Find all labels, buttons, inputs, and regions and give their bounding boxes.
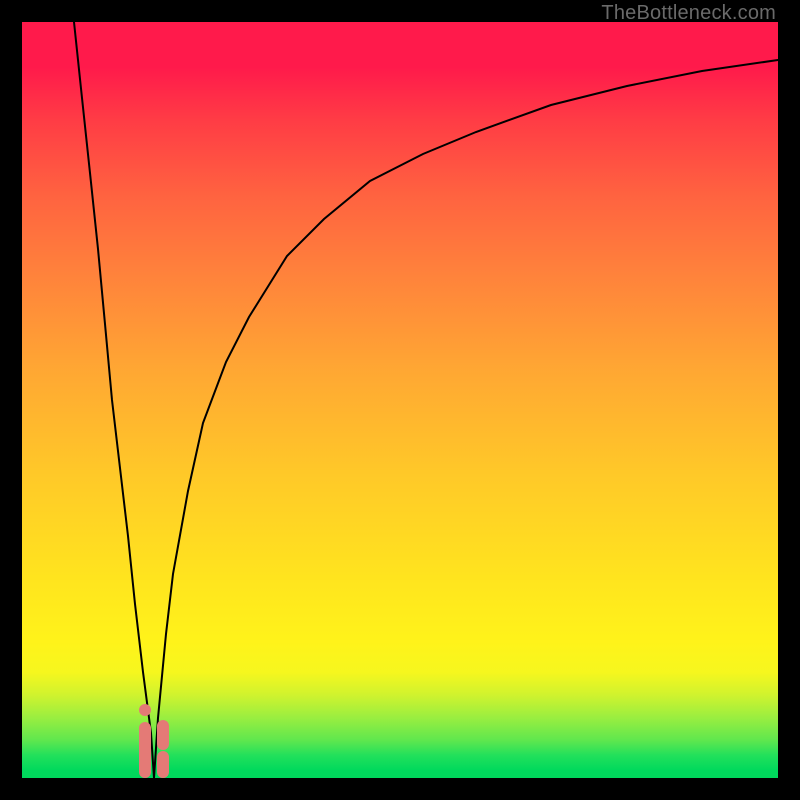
chart-frame: TheBottleneck.com	[0, 0, 800, 800]
marker-blob-right-b	[157, 751, 169, 778]
marker-blob-left-low	[139, 722, 151, 778]
watermark-text: TheBottleneck.com	[601, 2, 776, 25]
curve-ascending-log-right	[154, 60, 778, 778]
curve-descending-left	[74, 22, 154, 778]
marker-blob-right-a	[157, 720, 169, 750]
marker-dot-left	[139, 704, 151, 716]
plot-area	[22, 22, 778, 778]
curves-layer	[22, 22, 778, 778]
